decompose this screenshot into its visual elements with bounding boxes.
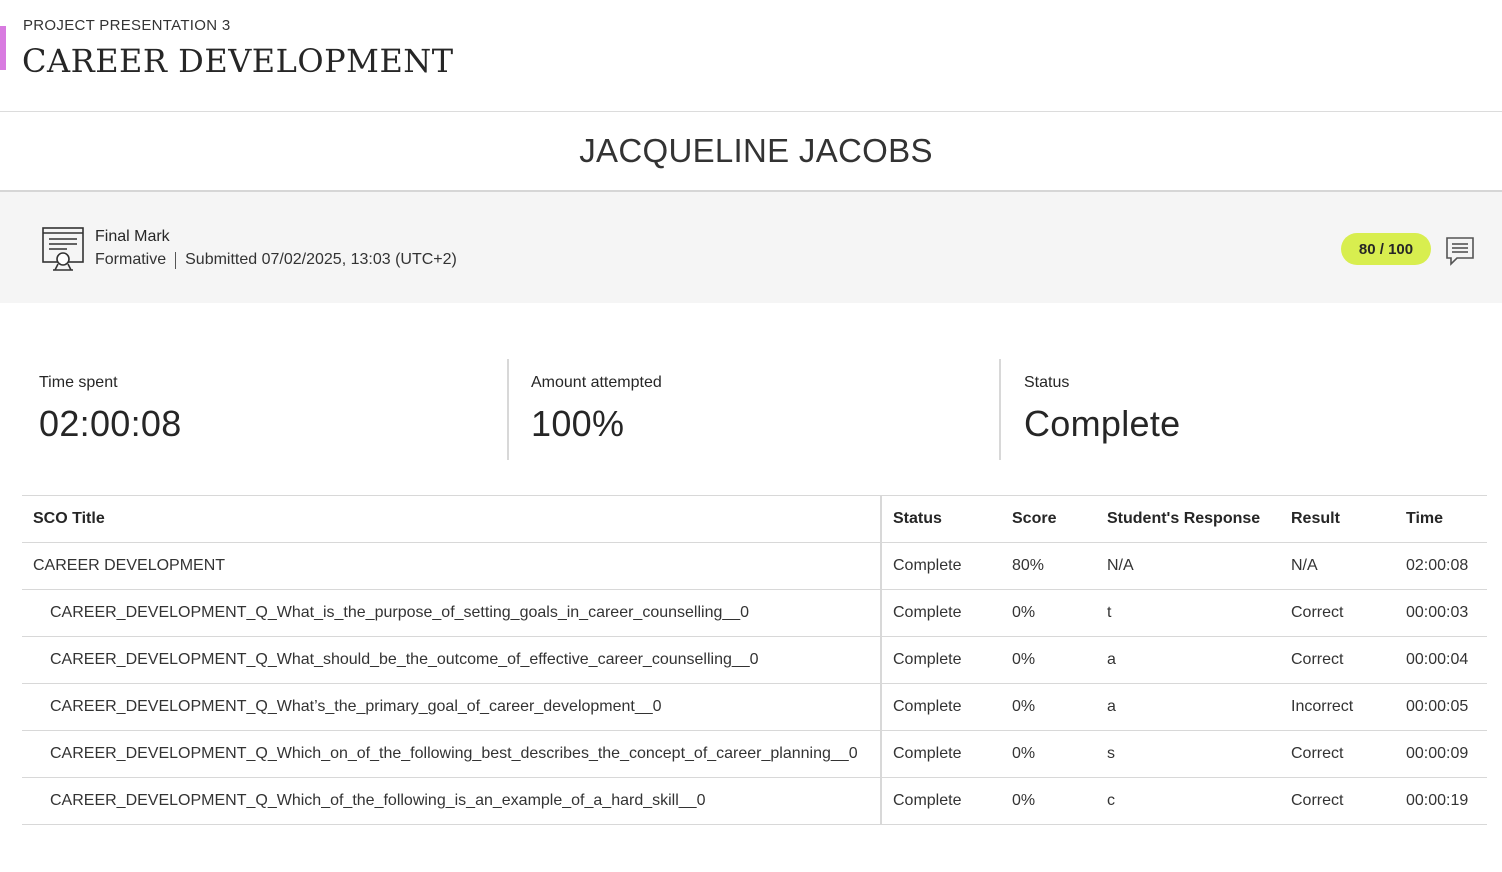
result-cell: Correct	[1280, 777, 1395, 825]
comment-icon[interactable]	[1445, 236, 1475, 271]
time-spent-value: 02:00:08	[39, 403, 182, 444]
time-cell: 00:00:09	[1395, 730, 1487, 778]
separator	[175, 251, 177, 269]
stat-divider	[999, 359, 1001, 460]
result-cell: N/A	[1280, 542, 1395, 590]
score-cell: 80%	[1001, 542, 1096, 590]
sco-results-table: SCO Title Status Score Student's Respons…	[22, 495, 1487, 825]
time-cell: 00:00:04	[1395, 636, 1487, 684]
mark-type: Formative	[95, 251, 167, 268]
table-header-row: SCO Title Status Score Student's Respons…	[22, 495, 1487, 543]
sco-title-cell: CAREER_DEVELOPMENT_Q_Which_of_the_follow…	[22, 777, 882, 825]
response-cell: s	[1096, 730, 1280, 778]
submitted-date: Submitted 07/02/2025, 13:03 (UTC+2)	[185, 251, 457, 268]
accent-bar	[0, 26, 6, 70]
score-cell: 0%	[1001, 683, 1096, 731]
time-cell: 02:00:08	[1395, 542, 1487, 590]
status-value: Complete	[1024, 403, 1181, 444]
response-cell: c	[1096, 777, 1280, 825]
column-header-result: Result	[1280, 495, 1395, 543]
result-cell: Correct	[1280, 589, 1395, 637]
status-cell: Complete	[881, 636, 1001, 684]
table-row: CAREER_DEVELOPMENT_Q_What_is_the_purpose…	[22, 589, 1487, 637]
student-bar: JACQUELINE JACOBS	[0, 112, 1502, 192]
column-header-sco-title: SCO Title	[22, 495, 882, 543]
column-header-time: Time	[1395, 495, 1487, 543]
column-header-response: Student's Response	[1096, 495, 1280, 543]
time-spent-label: Time spent	[39, 374, 118, 391]
status-label: Status	[1024, 374, 1070, 391]
status-cell: Complete	[881, 683, 1001, 731]
table-row: CAREER_DEVELOPMENT_Q_What_should_be_the_…	[22, 636, 1487, 684]
time-cell: 00:00:19	[1395, 777, 1487, 825]
response-cell: a	[1096, 636, 1280, 684]
assignment-kicker: PROJECT PRESENTATION 3	[23, 17, 231, 34]
score-cell: 0%	[1001, 777, 1096, 825]
response-cell: a	[1096, 683, 1280, 731]
time-cell: 00:00:03	[1395, 589, 1487, 637]
column-header-score: Score	[1001, 495, 1096, 543]
stats-summary: Time spent 02:00:08 Amount attempted 100…	[0, 303, 1502, 496]
status-cell: Complete	[881, 542, 1001, 590]
final-mark-title: Final Mark	[95, 228, 170, 245]
time-cell: 00:00:05	[1395, 683, 1487, 731]
status-cell: Complete	[881, 777, 1001, 825]
sco-title-cell: CAREER_DEVELOPMENT_Q_What_is_the_purpose…	[22, 589, 882, 637]
table-row: CAREER_DEVELOPMENT_Q_Which_of_the_follow…	[22, 777, 1487, 825]
amount-attempted-label: Amount attempted	[531, 374, 662, 391]
final-mark-details: Formative Submitted 07/02/2025, 13:03 (U…	[95, 251, 457, 269]
final-mark-panel: Final Mark Formative Submitted 07/02/202…	[0, 192, 1502, 303]
result-cell: Correct	[1280, 730, 1395, 778]
amount-attempted-value: 100%	[531, 403, 625, 444]
table-row: CAREER_DEVELOPMENT_Q_Which_on_of_the_fol…	[22, 730, 1487, 778]
certificate-icon	[41, 226, 85, 277]
column-header-status: Status	[881, 495, 1001, 543]
sco-title-cell: CAREER_DEVELOPMENT_Q_Which_on_of_the_fol…	[22, 730, 882, 778]
score-cell: 0%	[1001, 636, 1096, 684]
page-header: PROJECT PRESENTATION 3 CAREER DEVELOPMEN…	[0, 0, 1502, 112]
sco-title-cell: CAREER_DEVELOPMENT_Q_What’s_the_primary_…	[22, 683, 882, 731]
score-cell: 0%	[1001, 589, 1096, 637]
score-badge[interactable]: 80 / 100	[1341, 233, 1431, 265]
sco-title-cell: CAREER DEVELOPMENT	[22, 542, 882, 590]
table-row: CAREER_DEVELOPMENT_Q_What’s_the_primary_…	[22, 683, 1487, 731]
result-cell: Incorrect	[1280, 683, 1395, 731]
student-name: JACQUELINE JACOBS	[579, 132, 933, 169]
score-cell: 0%	[1001, 730, 1096, 778]
status-cell: Complete	[881, 589, 1001, 637]
sco-title-cell: CAREER_DEVELOPMENT_Q_What_should_be_the_…	[22, 636, 882, 684]
stat-divider	[507, 359, 509, 460]
page-title: CAREER DEVELOPMENT	[22, 42, 454, 80]
result-cell: Correct	[1280, 636, 1395, 684]
response-cell: t	[1096, 589, 1280, 637]
table-row: CAREER DEVELOPMENT Complete 80% N/A N/A …	[22, 542, 1487, 590]
status-cell: Complete	[881, 730, 1001, 778]
response-cell: N/A	[1096, 542, 1280, 590]
